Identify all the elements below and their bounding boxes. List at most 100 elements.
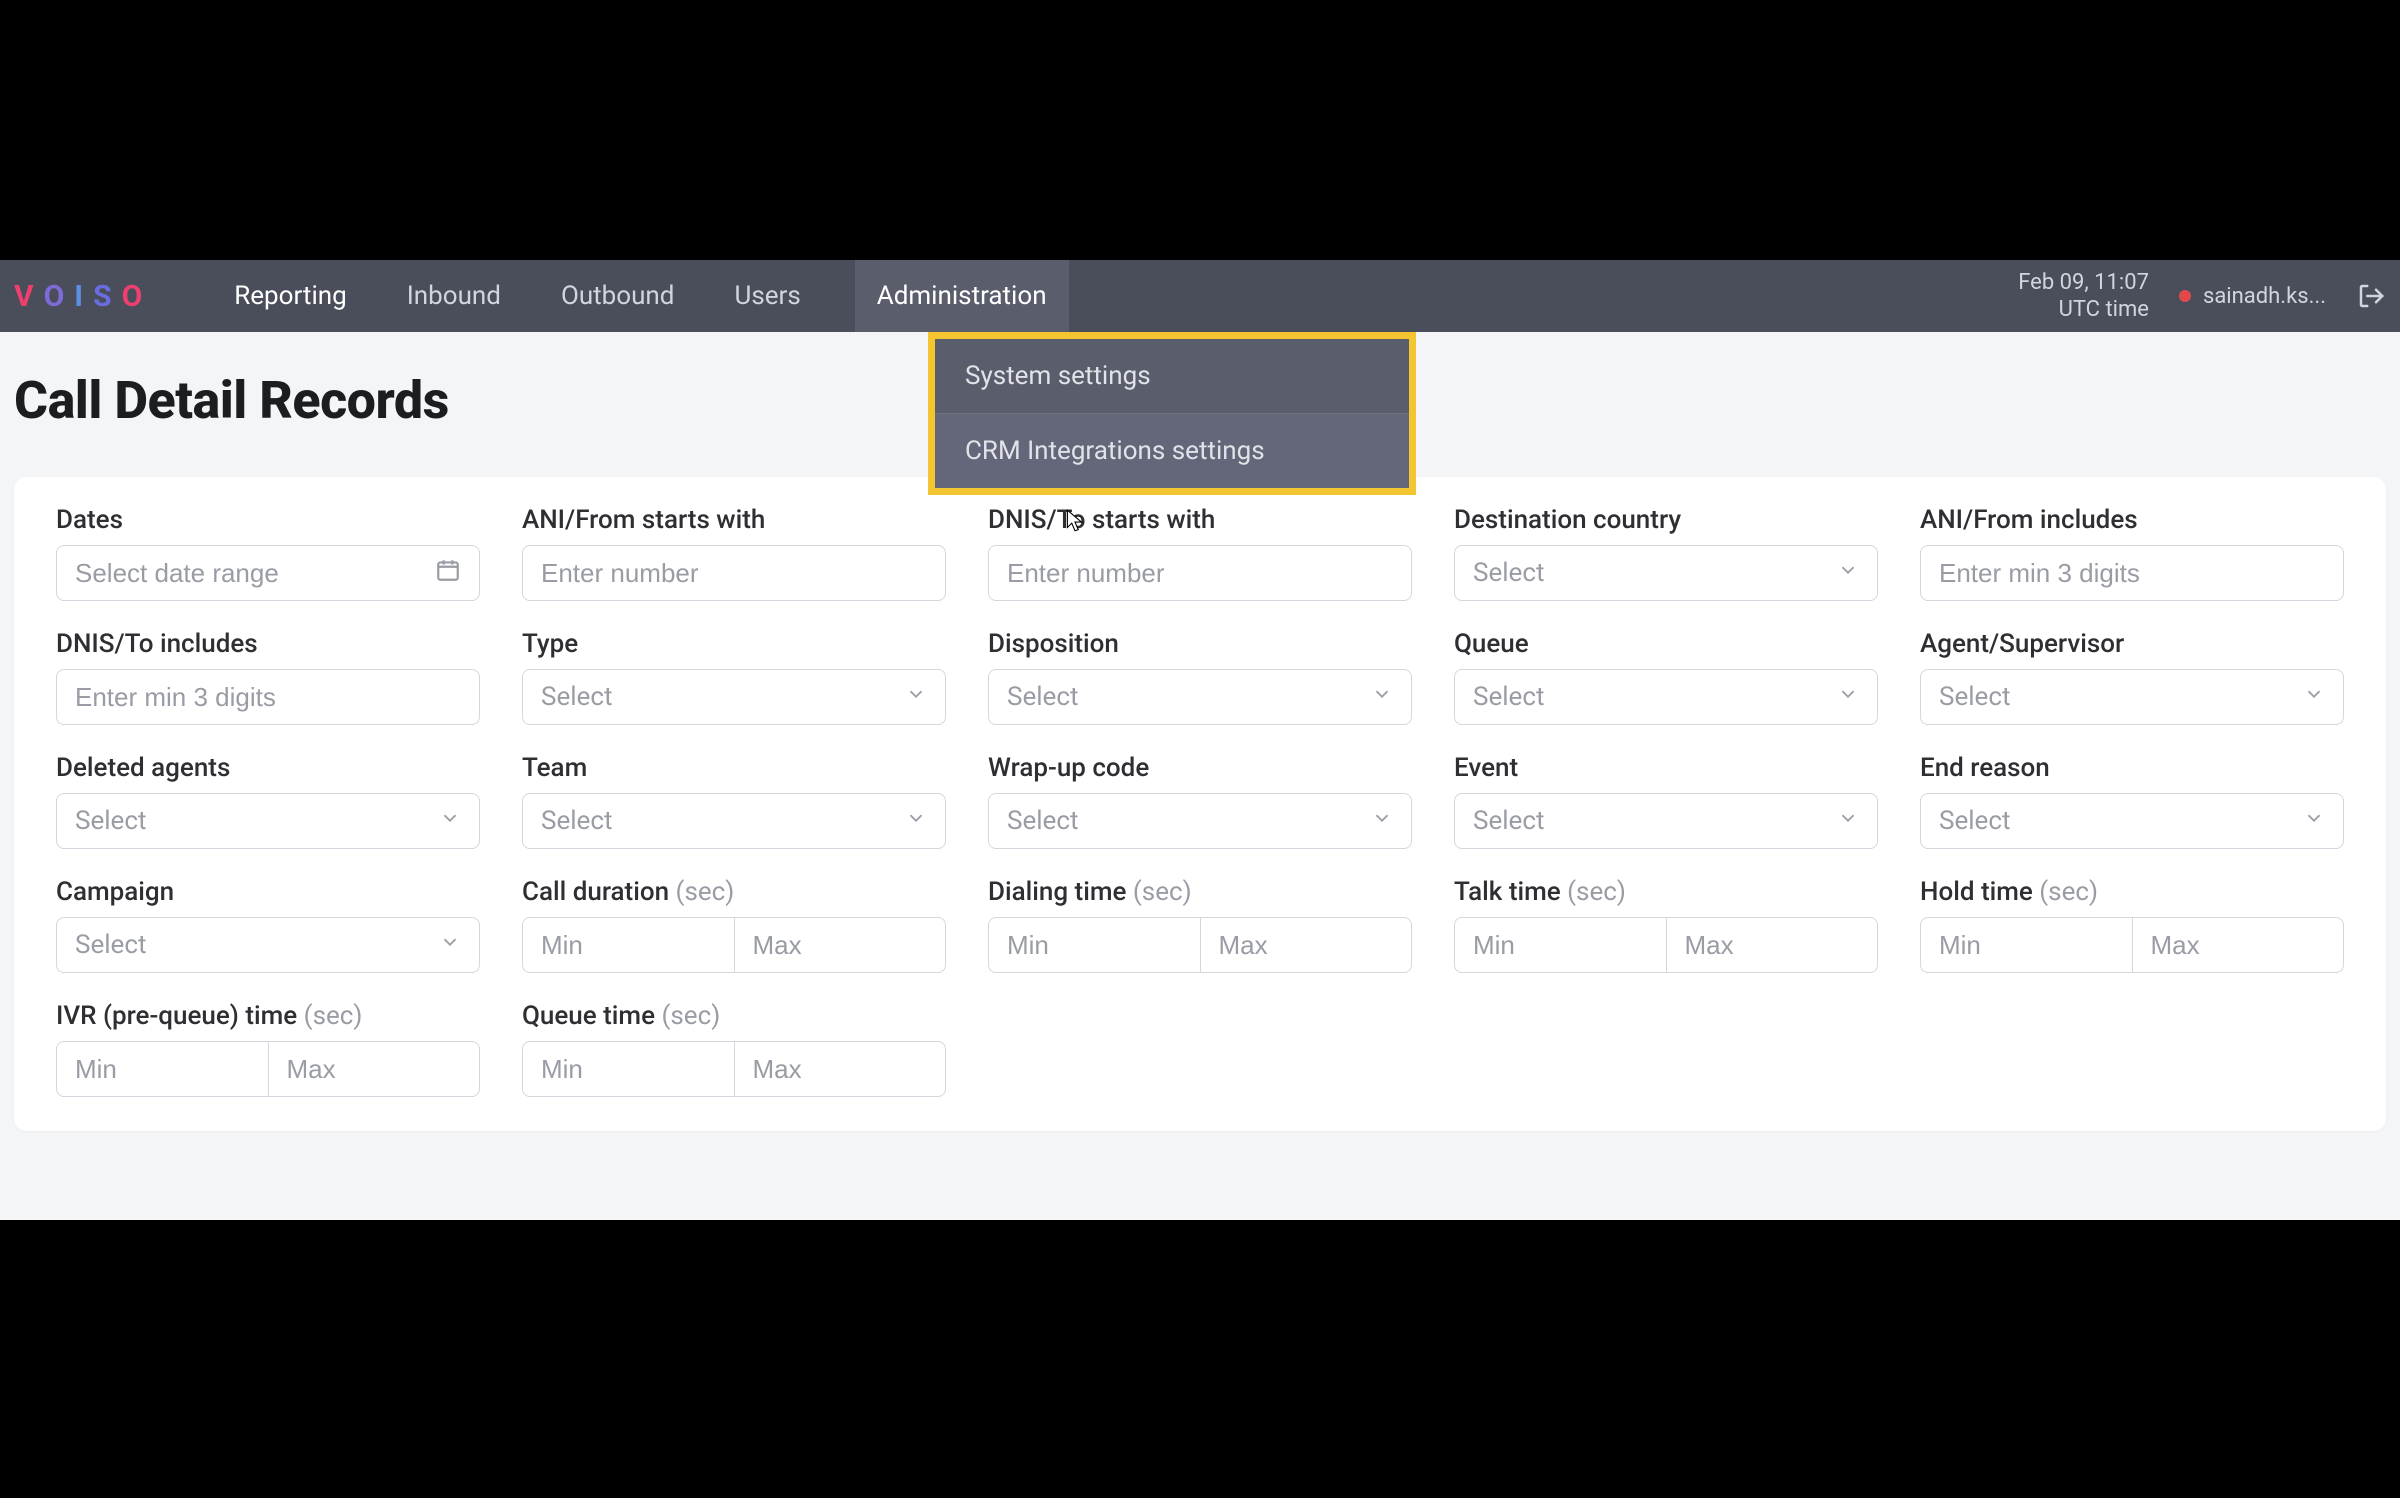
filter-team: Team Select: [522, 753, 946, 849]
nav-outbound[interactable]: Outbound: [555, 260, 681, 332]
label-disposition: Disposition: [988, 629, 1412, 659]
call-duration-min[interactable]: [522, 917, 734, 973]
label-event: Event: [1454, 753, 1878, 783]
status-indicator-icon: [2179, 290, 2191, 302]
label-dialing-time: Dialing time (sec): [988, 877, 1412, 907]
select-placeholder: Select: [1473, 806, 1837, 836]
dates-input[interactable]: [56, 545, 480, 601]
username-label: sainadh.ks...: [2203, 284, 2326, 309]
select-placeholder: Select: [75, 930, 439, 960]
chevron-down-icon: [439, 930, 461, 960]
label-end-reason: End reason: [1920, 753, 2344, 783]
ani-includes-input[interactable]: [1920, 545, 2344, 601]
filter-campaign: Campaign Select: [56, 877, 480, 973]
label-ivr-time: IVR (pre-queue) time (sec): [56, 1001, 480, 1031]
chevron-down-icon: [1837, 806, 1859, 836]
filter-wrapup: Wrap-up code Select: [988, 753, 1412, 849]
label-agent: Agent/Supervisor: [1920, 629, 2344, 659]
filter-type: Type Select: [522, 629, 946, 725]
label-deleted-agents: Deleted agents: [56, 753, 480, 783]
top-navbar: V O I S O Reporting Inbound Outbound Use…: [0, 260, 2400, 332]
campaign-select[interactable]: Select: [56, 917, 480, 973]
deleted-agents-select[interactable]: Select: [56, 793, 480, 849]
chevron-down-icon: [1837, 682, 1859, 712]
disposition-select[interactable]: Select: [988, 669, 1412, 725]
label-talk-time: Talk time (sec): [1454, 877, 1878, 907]
team-select[interactable]: Select: [522, 793, 946, 849]
dates-field[interactable]: [75, 558, 435, 589]
ani-includes-field[interactable]: [1939, 558, 2325, 589]
dialing-time-min[interactable]: [988, 917, 1200, 973]
chevron-down-icon: [905, 806, 927, 836]
ani-starts-field[interactable]: [541, 558, 927, 589]
date-text: Feb 09, 11:07: [2018, 269, 2149, 297]
menu-item-label: CRM Integrations settings: [965, 436, 1265, 466]
talk-time-min[interactable]: [1454, 917, 1666, 973]
menu-crm-integrations[interactable]: CRM Integrations settings: [935, 413, 1409, 488]
filter-call-duration: Call duration (sec): [522, 877, 946, 973]
user-menu[interactable]: sainadh.ks...: [2179, 284, 2326, 309]
queue-time-min[interactable]: [522, 1041, 734, 1097]
administration-dropdown: System settings CRM Integrations setting…: [928, 332, 1416, 495]
logo-letter: O: [44, 279, 71, 314]
label-dest-country: Destination country: [1454, 505, 1878, 535]
wrapup-select[interactable]: Select: [988, 793, 1412, 849]
nav-inbound[interactable]: Inbound: [401, 260, 507, 332]
event-select[interactable]: Select: [1454, 793, 1878, 849]
dnis-starts-input[interactable]: [988, 545, 1412, 601]
nav-administration[interactable]: Administration: [855, 260, 1069, 332]
call-duration-max[interactable]: [734, 917, 947, 973]
filter-hold-time: Hold time (sec): [1920, 877, 2344, 973]
label-campaign: Campaign: [56, 877, 480, 907]
label-queue-time: Queue time (sec): [522, 1001, 946, 1031]
select-placeholder: Select: [541, 682, 905, 712]
dialing-time-max[interactable]: [1200, 917, 1413, 973]
select-placeholder: Select: [75, 806, 439, 836]
select-placeholder: Select: [541, 806, 905, 836]
label-dnis-includes: DNIS/To includes: [56, 629, 480, 659]
ivr-time-max[interactable]: [268, 1041, 481, 1097]
talk-time-max[interactable]: [1666, 917, 1879, 973]
chevron-down-icon: [1837, 558, 1859, 588]
logo-letter: O: [122, 279, 149, 314]
filter-event: Event Select: [1454, 753, 1878, 849]
menu-system-settings[interactable]: System settings: [935, 339, 1409, 413]
filter-disposition: Disposition Select: [988, 629, 1412, 725]
hold-time-min[interactable]: [1920, 917, 2132, 973]
label-type: Type: [522, 629, 946, 659]
filter-dnis-starts: DNIS/To starts with: [988, 505, 1412, 601]
dnis-starts-field[interactable]: [1007, 558, 1393, 589]
nav-reporting[interactable]: Reporting: [228, 260, 352, 332]
filter-ani-includes: ANI/From includes: [1920, 505, 2344, 601]
queue-time-max[interactable]: [734, 1041, 947, 1097]
logout-button[interactable]: [2356, 281, 2386, 311]
filter-ani-starts: ANI/From starts with: [522, 505, 946, 601]
filter-end-reason: End reason Select: [1920, 753, 2344, 849]
dest-country-select[interactable]: Select: [1454, 545, 1878, 601]
ivr-time-min[interactable]: [56, 1041, 268, 1097]
logo-letter: I: [74, 279, 89, 314]
hold-time-max[interactable]: [2132, 917, 2345, 973]
nav-users[interactable]: Users: [728, 260, 806, 332]
type-select[interactable]: Select: [522, 669, 946, 725]
logo-letter: V: [14, 279, 40, 314]
select-placeholder: Select: [1007, 682, 1371, 712]
select-placeholder: Select: [1473, 682, 1837, 712]
queue-select[interactable]: Select: [1454, 669, 1878, 725]
app-window: V O I S O Reporting Inbound Outbound Use…: [0, 260, 2400, 1220]
ani-starts-input[interactable]: [522, 545, 946, 601]
select-placeholder: Select: [1939, 806, 2303, 836]
filter-talk-time: Talk time (sec): [1454, 877, 1878, 973]
filter-dialing-time: Dialing time (sec): [988, 877, 1412, 973]
topbar-right: Feb 09, 11:07 UTC time sainadh.ks...: [2018, 269, 2386, 324]
filter-queue: Queue Select: [1454, 629, 1878, 725]
agent-select[interactable]: Select: [1920, 669, 2344, 725]
select-placeholder: Select: [1007, 806, 1371, 836]
logo-letter: S: [93, 279, 117, 314]
end-reason-select[interactable]: Select: [1920, 793, 2344, 849]
filter-ivr-time: IVR (pre-queue) time (sec): [56, 1001, 480, 1097]
dnis-includes-field[interactable]: [75, 682, 461, 713]
chevron-down-icon: [2303, 682, 2325, 712]
dnis-includes-input[interactable]: [56, 669, 480, 725]
calendar-icon: [435, 557, 461, 590]
